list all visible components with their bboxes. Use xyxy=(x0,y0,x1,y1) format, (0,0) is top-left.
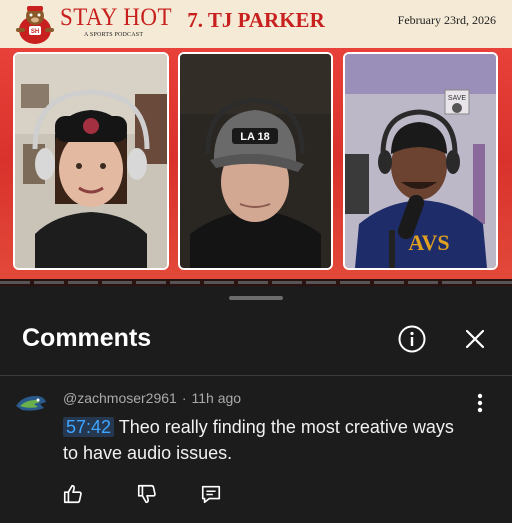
chapter-markers xyxy=(0,281,512,284)
host-right-image: SAVE AVS xyxy=(345,54,496,268)
more-vert-icon xyxy=(477,393,483,413)
comment-item: @zachmoser2961 · 11h ago 57:42 Theo really… xyxy=(0,376,512,523)
comment-age: 11h ago xyxy=(191,390,242,406)
host-center-image: LA 18 xyxy=(180,54,331,268)
comment-more-button[interactable] xyxy=(470,390,490,416)
wall-sign-text: SAVE xyxy=(448,95,466,102)
dislike-button[interactable] xyxy=(133,480,161,508)
info-icon xyxy=(398,325,426,353)
info-button[interactable] xyxy=(395,322,429,356)
video-panel-left xyxy=(13,52,169,270)
sheet-drag-handle[interactable] xyxy=(229,296,283,300)
comment-actions xyxy=(0,480,512,508)
avatar[interactable] xyxy=(14,392,48,414)
comment-author[interactable]: @zachmoser2961 xyxy=(63,390,177,406)
like-button[interactable] xyxy=(59,480,87,508)
comment-timestamp-link[interactable]: 57:42 xyxy=(63,417,115,437)
episode-date: February 23rd, 2026 xyxy=(397,13,496,27)
close-button[interactable] xyxy=(458,322,492,356)
comments-sheet: Comments @zachmoser2961·11h ago 57:42 xyxy=(0,286,512,523)
cap-logo-text: LA 18 xyxy=(240,131,270,143)
video-panel-center: LA 18 xyxy=(178,52,333,270)
video-panel-right: SAVE AVS xyxy=(343,52,498,270)
comment-text: Theo really finding the most creative wa… xyxy=(63,417,454,463)
host-left-image xyxy=(15,54,167,268)
show-banner: SH STAY HOT A SPORTS PODCAST 7. TJ PARKE… xyxy=(0,0,512,48)
shirt-text: AVS xyxy=(408,230,449,255)
comment-body: 57:42 Theo really finding the most creat… xyxy=(63,414,463,466)
comment-meta: @zachmoser2961 · 11h ago xyxy=(63,390,242,406)
dislike-icon xyxy=(137,484,156,504)
like-icon xyxy=(63,484,82,504)
reply-button[interactable] xyxy=(197,480,225,508)
reply-icon xyxy=(201,485,221,504)
close-icon xyxy=(465,329,485,349)
comments-title: Comments xyxy=(22,324,152,352)
video-player[interactable]: SH STAY HOT A SPORTS PODCAST 7. TJ PARKE… xyxy=(0,0,512,286)
